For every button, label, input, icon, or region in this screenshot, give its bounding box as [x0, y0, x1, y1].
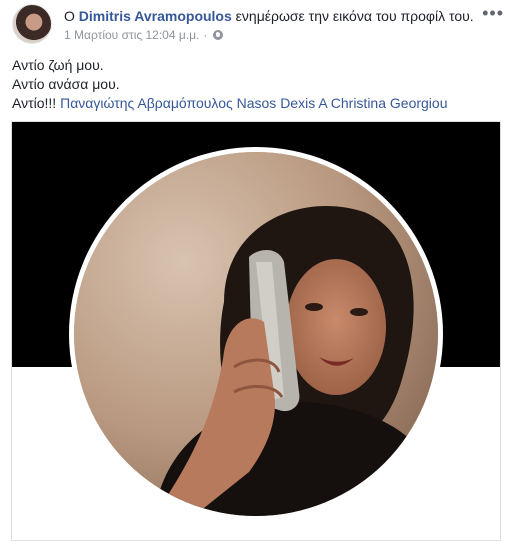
feed-post: O Dimitris Avramopoulos ενημέρωσε την ει… [0, 0, 525, 556]
author-prefix: O [64, 8, 75, 24]
message-line-3: Αντίο!!! Παναγιώτης Αβραμόπουλος Nasos D… [12, 94, 512, 113]
globe-icon[interactable] [213, 30, 224, 40]
post-headline: O Dimitris Avramopoulos ενημέρωσε την ει… [64, 7, 474, 25]
post-timestamp[interactable]: 1 Μαρτίου στις 12:04 μ.μ. [64, 28, 199, 42]
profile-picture-frame [69, 147, 443, 521]
profile-picture[interactable] [74, 152, 438, 516]
message-line-2: Αντίο ανάσα μου. [12, 76, 120, 92]
author-name-link[interactable]: Dimitris Avramopoulos [79, 8, 232, 24]
message-line-1: Αντίο ζωή μου. [12, 57, 104, 73]
post-header: O Dimitris Avramopoulos ενημέρωσε την ει… [12, 4, 512, 44]
post-meta: 1 Μαρτίου στις 12:04 μ.μ. · [64, 28, 224, 42]
author-avatar[interactable] [12, 4, 52, 44]
message-line-3-text: Αντίο!!! [12, 95, 57, 111]
profile-photo-image [74, 152, 438, 516]
more-options-icon[interactable]: ••• [482, 4, 504, 22]
post-action-text: ενημέρωσε την εικόνα του προφίλ του. [235, 8, 474, 24]
meta-separator: · [203, 28, 208, 42]
post-message: Αντίο ζωή μου. Αντίο ανάσα μου. Αντίο!!!… [12, 56, 512, 113]
post-photo[interactable] [11, 121, 501, 541]
tagged-people-link[interactable]: Παναγιώτης Αβραμόπουλος Nasos Dexis A Ch… [60, 95, 447, 111]
